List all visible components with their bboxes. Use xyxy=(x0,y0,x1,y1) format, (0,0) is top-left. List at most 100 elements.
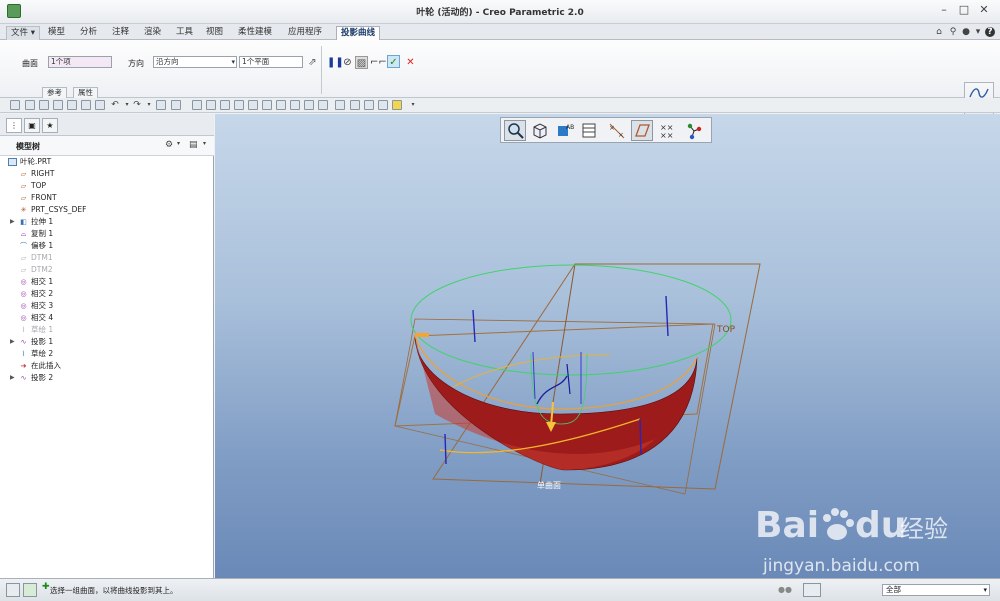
axis-display-icon[interactable] xyxy=(304,100,314,110)
maximize-icon[interactable]: □ xyxy=(958,4,970,16)
tab-render[interactable]: 渲染 xyxy=(140,26,165,40)
tree-item-top[interactable]: ▱ TOP xyxy=(0,180,214,192)
plane-collector[interactable]: 1个平面 xyxy=(239,56,303,68)
regenerate-icon[interactable] xyxy=(156,100,166,110)
direction-select[interactable]: 沿方向 ▾ xyxy=(153,56,237,68)
tab-file[interactable]: 文件 ▾ xyxy=(6,26,40,40)
windows-icon[interactable] xyxy=(171,100,181,110)
redo-icon[interactable]: ↷ xyxy=(132,100,142,110)
tree-item-offset-1[interactable]: ⌒ 偏移 1 xyxy=(0,240,214,252)
tab-properties[interactable]: 属性 xyxy=(73,87,98,98)
tree-item-intersect-4[interactable]: ◎ 相交 4 xyxy=(0,312,214,324)
tab-flexible-modeling[interactable]: 柔性建模 xyxy=(234,26,276,40)
point-display-icon[interactable] xyxy=(318,100,328,110)
filter-select[interactable]: 全部 ▾ xyxy=(882,584,990,596)
tree-item-intersect-3[interactable]: ◎ 相交 3 xyxy=(0,300,214,312)
tab-view[interactable]: 视图 xyxy=(202,26,227,40)
tab-references[interactable]: 参考 xyxy=(42,87,67,98)
blade-line[interactable] xyxy=(444,433,447,465)
close-icon[interactable]: ✕ xyxy=(978,4,990,16)
zoom-in-icon[interactable] xyxy=(220,100,230,110)
tree-item-dtm1[interactable]: ▱ DTM1 xyxy=(0,252,214,264)
expand-arrow-icon[interactable]: ▶ xyxy=(10,336,16,348)
graphics-window[interactable]: AB × × ×× ×× TOP 单曲面 Bai du 经验 jingyan.b… xyxy=(215,114,1000,578)
measure-icon[interactable] xyxy=(248,100,258,110)
new-icon[interactable] xyxy=(10,100,20,110)
help-center-icon[interactable]: ⌂ xyxy=(934,27,944,37)
navigator-toggle-icon[interactable] xyxy=(6,583,20,597)
tab-tools[interactable]: 工具 xyxy=(172,26,197,40)
refit-icon[interactable] xyxy=(206,100,216,110)
cancel-button[interactable]: ✕ xyxy=(404,56,417,69)
select-icon[interactable] xyxy=(262,100,272,110)
save-icon[interactable] xyxy=(53,100,63,110)
csys-display-icon[interactable] xyxy=(335,100,345,110)
tab-applications[interactable]: 应用程序 xyxy=(284,26,326,40)
blade-line[interactable] xyxy=(472,309,476,343)
copy-icon[interactable] xyxy=(81,100,91,110)
cylinder-surface[interactable] xyxy=(414,335,698,471)
smart-select-icon[interactable]: ●● xyxy=(778,585,792,594)
expand-arrow-icon[interactable]: ▶ xyxy=(10,216,16,228)
zoom-out-icon[interactable] xyxy=(234,100,244,110)
tree-item-intersect-1[interactable]: ◎ 相交 1 xyxy=(0,276,214,288)
chevron-down-icon[interactable]: ▾ xyxy=(408,100,418,110)
surface-collector[interactable]: 1个项 xyxy=(48,56,112,68)
undo-icon[interactable]: ↶ xyxy=(110,100,120,110)
tree-item-project-1[interactable]: ▶ ∿ 投影 1 xyxy=(0,336,214,348)
appearance-icon[interactable] xyxy=(276,100,286,110)
shading-icon[interactable] xyxy=(378,100,388,110)
spin-center-icon[interactable] xyxy=(350,100,360,110)
favorites-tab-icon[interactable]: ★ xyxy=(42,118,58,133)
blade-line[interactable] xyxy=(639,418,642,455)
verify-preview-button[interactable]: ▨ xyxy=(355,56,368,69)
no-preview-button[interactable]: ⊘ xyxy=(341,56,354,69)
chevron-down-icon[interactable]: ▾ xyxy=(122,100,132,110)
view-manager-icon[interactable] xyxy=(364,100,374,110)
community-icon[interactable]: ● xyxy=(961,27,971,37)
open-folder-icon[interactable] xyxy=(39,100,49,110)
open-icon[interactable] xyxy=(25,100,35,110)
selection-filter-icon[interactable] xyxy=(803,583,821,597)
ok-button[interactable]: ✓ xyxy=(387,55,400,68)
tree-item-copy-1[interactable]: ⌓ 复制 1 xyxy=(0,228,214,240)
blade-line[interactable] xyxy=(665,295,669,337)
flip-direction-icon[interactable]: ⇗ xyxy=(306,56,319,69)
tab-model[interactable]: 模型 xyxy=(44,26,69,40)
tree-item-dtm2[interactable]: ▱ DTM2 xyxy=(0,264,214,276)
help-icon[interactable]: ? xyxy=(985,27,995,37)
chevron-down-icon[interactable]: ▾ xyxy=(144,100,154,110)
plane-display-icon[interactable] xyxy=(290,100,300,110)
tree-item-intersect-2[interactable]: ◎ 相交 2 xyxy=(0,288,214,300)
chevron-down-icon[interactable]: ▾ xyxy=(973,27,983,37)
minimize-icon[interactable]: – xyxy=(938,4,950,16)
chevron-down-icon[interactable]: ▾ xyxy=(203,140,206,147)
tab-analysis[interactable]: 分析 xyxy=(76,26,101,40)
pause-button[interactable]: ❚❚ xyxy=(327,56,344,69)
tab-project-curve[interactable]: 投影曲线 xyxy=(336,26,381,41)
close-window-icon[interactable] xyxy=(192,100,202,110)
chevron-down-icon[interactable]: ▾ xyxy=(177,140,180,147)
tree-item-project-2[interactable]: ▶ ∿ 投影 2 xyxy=(0,372,214,384)
tree-item-front[interactable]: ▱ FRONT xyxy=(0,192,214,204)
tab-annotate[interactable]: 注释 xyxy=(108,26,133,40)
tree-settings-icon[interactable]: ⚙ xyxy=(165,140,173,150)
expand-arrow-icon[interactable]: ▶ xyxy=(10,372,16,384)
paste-icon[interactable] xyxy=(95,100,105,110)
search-icon[interactable]: ⚲ xyxy=(948,27,958,37)
tree-item-right[interactable]: ▱ RIGHT xyxy=(0,168,214,180)
browser-toggle-icon[interactable] xyxy=(23,583,37,597)
glasses-icon[interactable]: ⌐⌐ xyxy=(370,56,387,69)
folder-browser-tab-icon[interactable]: ▣ xyxy=(24,118,40,133)
tree-item-part[interactable]: 叶轮.PRT xyxy=(0,156,214,168)
tree-item-insert-here[interactable]: ➔ 在此插入 xyxy=(0,360,214,372)
tree-item-extrude-1[interactable]: ▶ ◧ 拉伸 1 xyxy=(0,216,214,228)
print-icon[interactable] xyxy=(67,100,77,110)
tree-item-sketch-2[interactable]: ⌇ 草绘 2 xyxy=(0,348,214,360)
model-tree-tab-icon[interactable]: ⋮ xyxy=(6,118,22,133)
tree-item-csys[interactable]: ✳ PRT_CSYS_DEF xyxy=(0,204,214,216)
folder-icon[interactable] xyxy=(392,100,402,110)
drag-handle[interactable] xyxy=(415,333,429,337)
tree-columns-icon[interactable]: ▤ xyxy=(189,140,198,150)
tree-item-sketch-1[interactable]: ⌇ 草绘 1 xyxy=(0,324,214,336)
